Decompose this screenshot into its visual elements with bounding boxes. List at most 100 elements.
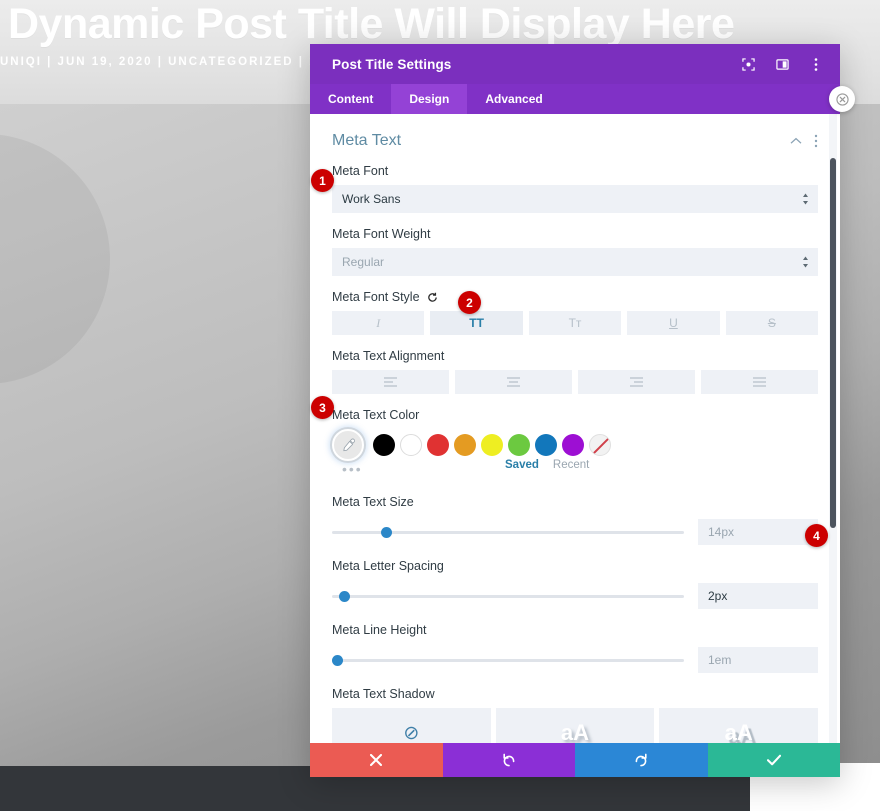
shadow-bottom-right-button[interactable]: aA: [495, 708, 655, 743]
decorative-circle: [0, 134, 110, 384]
save-button[interactable]: [707, 743, 840, 777]
slider-track: [332, 594, 684, 598]
font-style-smallcaps-button[interactable]: Tᴛ: [528, 311, 622, 335]
color-tabs: Saved Recent: [505, 459, 589, 471]
font-style-strikethrough-button[interactable]: S: [725, 311, 819, 335]
slider-knob[interactable]: [339, 590, 351, 602]
split-panel-icon[interactable]: [772, 54, 792, 74]
field-meta-line-height: Meta Line Height 1em: [332, 623, 818, 673]
swatch-blue[interactable]: [535, 434, 557, 456]
select-arrows-icon: [802, 193, 809, 205]
modal-tabs: Content Design Advanced: [310, 84, 840, 114]
swatch-black[interactable]: [373, 434, 395, 456]
meta-text-alignment-label: Meta Text Alignment: [332, 349, 445, 363]
swatch-red[interactable]: [427, 434, 449, 456]
meta-font-value: Work Sans: [342, 192, 401, 206]
post-title: Dynamic Post Title Will Display Here: [8, 0, 735, 48]
field-meta-font-weight: Meta Font Weight Regular: [332, 227, 818, 276]
meta-text-size-label: Meta Text Size: [332, 495, 414, 509]
color-swatch-row: [332, 429, 818, 461]
color-tab-saved[interactable]: Saved: [505, 459, 539, 471]
meta-font-weight-label: Meta Font Weight: [332, 227, 431, 241]
meta-text-size-value: 14px: [708, 525, 735, 539]
more-vertical-icon[interactable]: [806, 54, 826, 74]
meta-text-shadow-grid: ⊘ aA aA aA aA aA: [332, 708, 818, 743]
modal-footer: [310, 743, 840, 777]
redo-button[interactable]: [575, 743, 708, 777]
callout-badge-3: 3: [311, 396, 334, 419]
cancel-button[interactable]: [310, 743, 443, 777]
meta-text-size-row: 14px: [332, 519, 818, 545]
meta-letter-spacing-value: 2px: [708, 589, 728, 603]
chevron-up-icon[interactable]: [790, 137, 802, 145]
swatch-orange[interactable]: [454, 434, 476, 456]
meta-font-label: Meta Font: [332, 164, 389, 178]
meta-line-height-input[interactable]: 1em: [698, 647, 818, 673]
meta-letter-spacing-input[interactable]: 2px: [698, 583, 818, 609]
meta-font-style-label-text: Meta Font Style: [332, 290, 420, 304]
tab-design[interactable]: Design: [391, 84, 468, 114]
close-circle-icon[interactable]: [829, 86, 855, 112]
swatch-none[interactable]: [589, 434, 611, 456]
swatch-purple[interactable]: [562, 434, 584, 456]
meta-text-section-header: Meta Text: [332, 114, 818, 164]
font-style-italic-button[interactable]: I: [332, 311, 425, 335]
no-shadow-icon: ⊘: [403, 722, 420, 744]
shadow-right-hard-button[interactable]: aA: [659, 708, 818, 743]
modal-title: Post Title Settings: [332, 56, 452, 72]
font-style-underline-button[interactable]: U: [627, 311, 720, 335]
reset-icon[interactable]: [427, 292, 438, 303]
meta-font-weight-value: Regular: [342, 255, 385, 269]
meta-font-select[interactable]: Work Sans: [332, 185, 818, 213]
field-meta-letter-spacing: Meta Letter Spacing 2px: [332, 559, 818, 609]
align-justify-button[interactable]: [701, 370, 818, 394]
field-meta-text-size: Meta Text Size 14px: [332, 495, 818, 545]
meta-text-shadow-label: Meta Text Shadow: [332, 687, 435, 701]
field-meta-text-shadow: Meta Text Shadow ⊘ aA aA aA aA aA: [332, 687, 818, 743]
tab-content[interactable]: Content: [310, 84, 391, 114]
slider-knob[interactable]: [332, 654, 343, 666]
meta-font-style-label: Meta Font Style: [332, 290, 818, 304]
swatch-yellow[interactable]: [481, 434, 503, 456]
shadow-none-button[interactable]: ⊘: [332, 708, 491, 743]
field-meta-text-color: Meta Text Color ••• Saved Recent: [332, 408, 818, 476]
callout-badge-4: 4: [805, 524, 828, 547]
eyedropper-icon[interactable]: [332, 429, 364, 461]
slider-track: [332, 658, 684, 662]
align-left-button[interactable]: [332, 370, 449, 394]
swatch-white[interactable]: [400, 434, 422, 456]
tab-advanced[interactable]: Advanced: [467, 84, 560, 114]
meta-letter-spacing-slider[interactable]: [332, 588, 684, 604]
meta-letter-spacing-label: Meta Letter Spacing: [332, 559, 444, 573]
section-more-vertical-icon[interactable]: [814, 134, 818, 148]
align-center-button[interactable]: [455, 370, 572, 394]
meta-text-alignment-buttons: [332, 370, 818, 394]
post-title-settings-modal: Post Title Settings Content Design Advan…: [310, 44, 855, 777]
meta-text-color-label: Meta Text Color: [332, 408, 420, 422]
field-meta-text-alignment: Meta Text Alignment: [332, 349, 818, 394]
color-tab-recent[interactable]: Recent: [553, 459, 589, 471]
slider-knob[interactable]: [381, 526, 393, 538]
modal-titlebar: Post Title Settings: [310, 44, 840, 84]
select-arrows-icon: [802, 256, 809, 268]
field-meta-font-style: Meta Font Style I TT Tᴛ U S: [332, 290, 819, 335]
meta-line-height-row: 1em: [332, 647, 818, 673]
modal-body: Meta Text Meta Font Work Sans Meta Font …: [310, 114, 840, 743]
meta-line-height-slider[interactable]: [332, 652, 684, 668]
field-meta-font: Meta Font Work Sans: [332, 164, 818, 213]
meta-text-size-input[interactable]: 14px: [698, 519, 818, 545]
font-style-uppercase-button[interactable]: TT: [430, 311, 523, 335]
meta-font-weight-select[interactable]: Regular: [332, 248, 818, 276]
focus-icon[interactable]: [738, 54, 758, 74]
meta-text-size-slider[interactable]: [332, 524, 684, 540]
swatch-green[interactable]: [508, 434, 530, 456]
titlebar-actions: [738, 54, 826, 74]
scrollbar-thumb[interactable]: [830, 158, 836, 528]
section-title: Meta Text: [332, 132, 402, 149]
undo-button[interactable]: [442, 743, 575, 777]
align-right-button[interactable]: [578, 370, 695, 394]
meta-letter-spacing-row: 2px: [332, 583, 818, 609]
meta-line-height-value: 1em: [708, 653, 732, 667]
callout-badge-2: 2: [458, 291, 481, 314]
meta-font-style-buttons: I TT Tᴛ U S: [332, 311, 819, 335]
